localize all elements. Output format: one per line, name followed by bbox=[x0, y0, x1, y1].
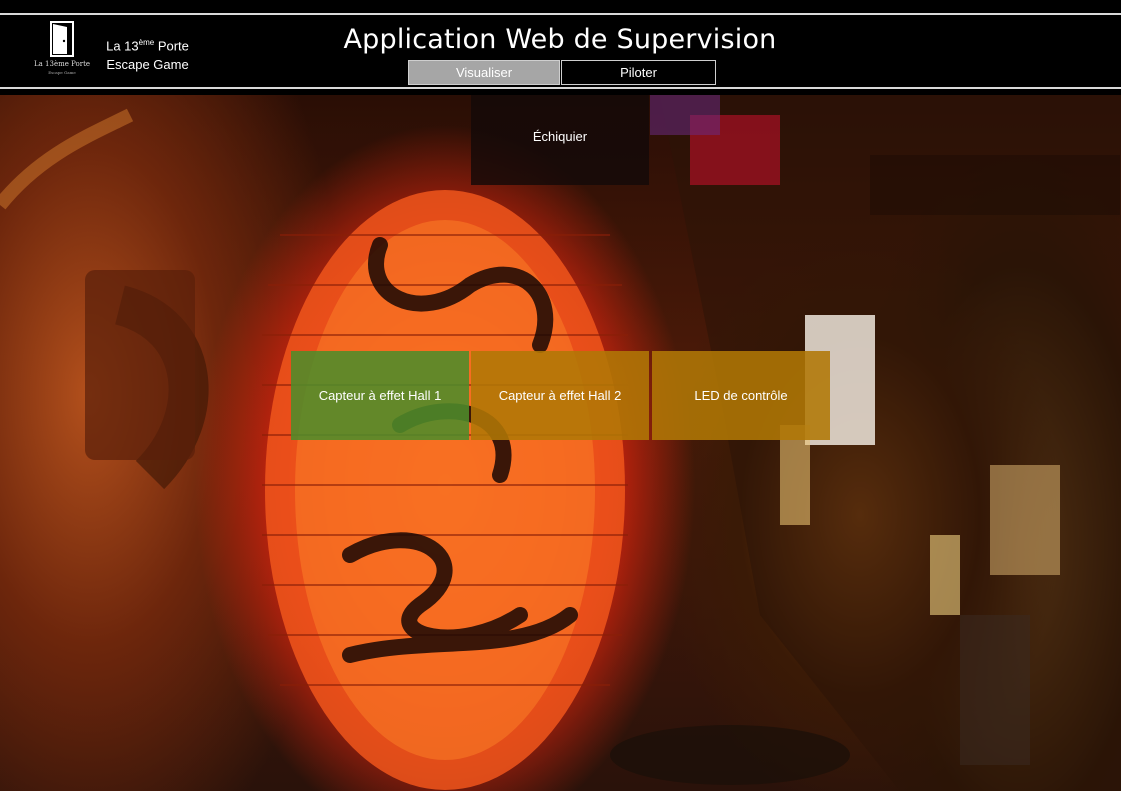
tab-visualiser[interactable]: Visualiser bbox=[408, 60, 560, 85]
tab-piloter[interactable]: Piloter bbox=[561, 60, 716, 85]
logo-subtext: Escape Game bbox=[48, 70, 76, 75]
header-top-rule bbox=[0, 13, 1121, 15]
hall-sensor-2-panel[interactable]: Capteur à effet Hall 2 bbox=[471, 351, 649, 440]
lantern-alley-illustration bbox=[0, 95, 1121, 791]
header-bottom-rule bbox=[0, 87, 1121, 89]
logo-text: La 13ème Porte bbox=[33, 60, 91, 68]
control-led-panel[interactable]: LED de contrôle bbox=[652, 351, 830, 440]
brand-name: La 13ème Porte Escape Game bbox=[100, 33, 195, 74]
background-photo bbox=[0, 95, 1121, 791]
brand-line-1: La 13ème Porte bbox=[100, 33, 195, 55]
brand-superscript: ème bbox=[138, 38, 155, 47]
logo: La 13ème Porte Escape Game bbox=[34, 20, 90, 82]
door-icon bbox=[50, 21, 74, 57]
brand-line-2: Escape Game bbox=[106, 57, 189, 73]
brand-prefix: La 13 bbox=[106, 38, 139, 54]
brand-suffix: Porte bbox=[154, 38, 189, 54]
header-bar: La 13ème Porte Escape Game La 13ème Port… bbox=[0, 0, 1121, 90]
echiquier-panel[interactable]: Échiquier bbox=[471, 95, 649, 185]
page-title: Application Web de Supervision bbox=[343, 24, 777, 55]
hall-sensor-1-panel[interactable]: Capteur à effet Hall 1 bbox=[291, 351, 469, 440]
